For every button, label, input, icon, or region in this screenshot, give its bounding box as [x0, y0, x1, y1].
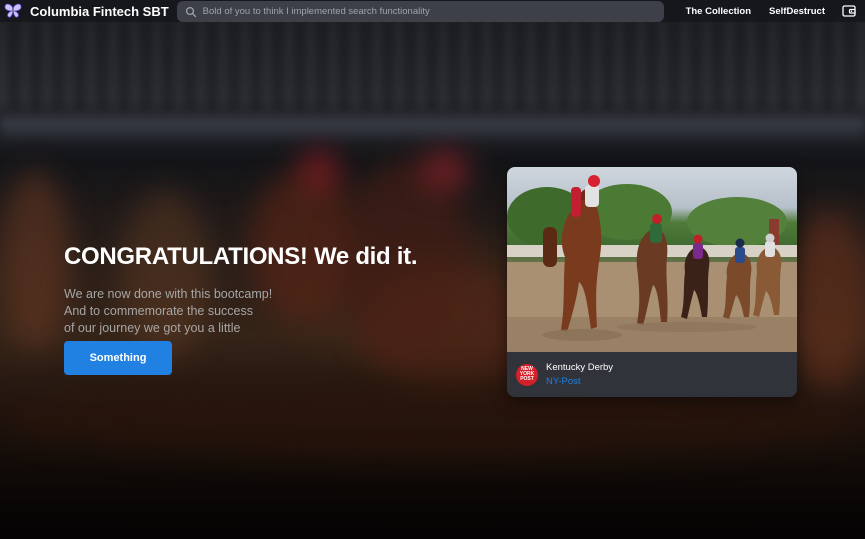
hero-headline: CONGRATULATIONS! We did it.	[64, 243, 418, 270]
card-title: Kentucky Derby	[546, 362, 614, 373]
wallet-icon[interactable]	[841, 3, 857, 19]
search-input[interactable]	[202, 5, 643, 17]
nav-links: The Collection SelfDestruct	[668, 3, 861, 19]
page: Columbia Fintech SBT The Collection Self…	[0, 0, 865, 539]
nav-link-collection[interactable]: The Collection	[686, 6, 751, 17]
hero-line: We are now done with this bootcamp!	[64, 287, 273, 301]
card-image-horse-race[interactable]	[507, 167, 797, 352]
brand-name[interactable]: Columbia Fintech SBT	[30, 4, 169, 19]
hero-line: of our journey we got you a little	[64, 321, 241, 335]
butterfly-icon[interactable]	[4, 2, 22, 20]
nav-link-selfdestruct[interactable]: SelfDestruct	[769, 6, 825, 17]
hero-line: And to commemorate the success	[64, 304, 253, 318]
hero-description: We are now done with this bootcamp! And …	[64, 286, 272, 337]
card-footer: NEW YORK POST Kentucky Derby NY-Post	[507, 352, 797, 397]
search-bar[interactable]	[176, 0, 664, 22]
something-button[interactable]: Something	[64, 341, 172, 375]
card-source-link[interactable]: NY-Post	[546, 376, 613, 387]
featured-nft-card[interactable]: NEW YORK POST Kentucky Derby NY-Post	[507, 167, 797, 397]
navbar: Columbia Fintech SBT The Collection Self…	[0, 0, 865, 22]
search-icon	[185, 5, 197, 18]
nypost-logo: NEW YORK POST	[516, 363, 538, 386]
